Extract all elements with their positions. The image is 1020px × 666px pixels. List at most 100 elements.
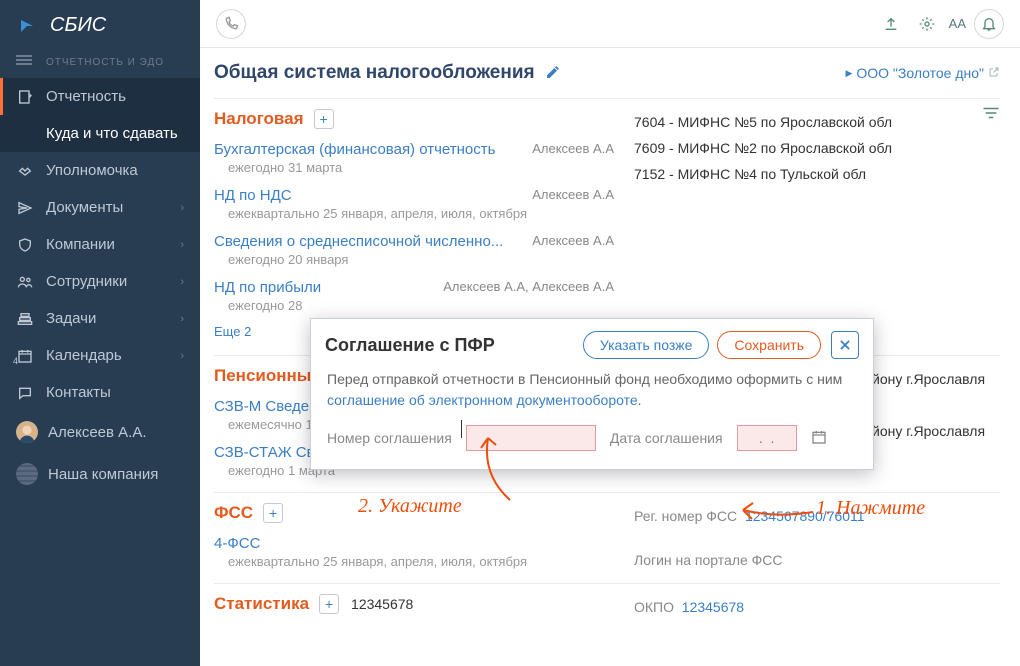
- edit-icon[interactable]: [545, 64, 561, 83]
- nav-tasks-label: Задачи: [46, 310, 96, 327]
- shield-icon: [16, 237, 34, 253]
- nav-user-label: Алексеев А.А.: [48, 424, 147, 441]
- nav-where-what-label: Куда и что сдавать: [46, 125, 178, 142]
- report-person: Алексеев А.А, Алексеев А.А: [443, 279, 614, 294]
- later-button[interactable]: Указать позже: [583, 331, 710, 359]
- nav-companies-label: Компании: [46, 236, 115, 253]
- handshake-icon: [16, 163, 34, 179]
- call-button[interactable]: [216, 9, 246, 39]
- upload-icon[interactable]: [877, 10, 905, 38]
- sidebar: СБИС ОТЧЕТНОСТЬ И ЭДО Отчетность Куда и …: [0, 0, 200, 666]
- text-cursor: [461, 420, 462, 438]
- brand-text: СБИС: [50, 14, 106, 37]
- external-link-icon[interactable]: [988, 65, 1000, 81]
- filter-icon[interactable]: [982, 106, 1000, 120]
- agreement-date-input[interactable]: [737, 425, 797, 451]
- nav-employees[interactable]: Сотрудники ›: [0, 263, 200, 300]
- avatar: [16, 421, 38, 443]
- nav-companies[interactable]: Компании ›: [0, 226, 200, 263]
- agreement-date-label: Дата соглашения: [610, 430, 723, 446]
- report-person: Алексеев А.А: [532, 187, 614, 202]
- add-stat-button[interactable]: +: [319, 594, 339, 614]
- nav-reporting[interactable]: Отчетность: [0, 78, 200, 115]
- chat-icon: [16, 385, 34, 401]
- report-schedule: ежегодно 28: [214, 298, 614, 313]
- nav-employees-label: Сотрудники: [46, 273, 127, 290]
- chevron-right-icon: ›: [180, 202, 184, 214]
- nav-where-what[interactable]: Куда и что сдавать: [0, 115, 200, 152]
- chevron-right-icon: ›: [180, 239, 184, 251]
- report-item[interactable]: 4-ФСС ежеквартально 25 января, апреля, и…: [214, 531, 614, 577]
- okpo-value[interactable]: 12345678: [682, 599, 744, 615]
- section-fss-title: ФСС: [214, 503, 253, 523]
- tax-office: 7152 - МИФНС №4 по Тульской обл: [634, 161, 1000, 187]
- company-icon: [16, 463, 38, 485]
- report-person: Алексеев А.А: [532, 141, 614, 156]
- report-title[interactable]: 4-ФСС: [214, 535, 614, 552]
- org-selector[interactable]: ▶ ООО "Золотое дно": [845, 65, 1000, 81]
- dialog-title: Соглашение с ПФР: [325, 335, 495, 356]
- tax-office: 7609 - МИФНС №2 по Ярославской обл: [634, 135, 1000, 161]
- report-schedule: ежеквартально 25 января, апреля, июля, о…: [214, 206, 614, 221]
- chevron-right-icon: ›: [180, 350, 184, 362]
- nav-calendar[interactable]: 4 Календарь ›: [0, 337, 200, 374]
- logo-icon: [16, 15, 38, 37]
- nav-contacts[interactable]: Контакты: [0, 374, 200, 411]
- edo-agreement-link[interactable]: соглашение об электронном документооборо…: [327, 392, 638, 408]
- section-tax-title: Налоговая: [214, 109, 304, 129]
- nav-calendar-label: Календарь: [46, 347, 122, 364]
- save-button[interactable]: Сохранить: [717, 331, 821, 359]
- chevron-right-icon: ›: [180, 313, 184, 325]
- agreement-dialog: Соглашение с ПФР Указать позже Сохранить…: [310, 318, 874, 470]
- more-tax-link[interactable]: Еще 2: [214, 321, 251, 349]
- nav-authorization[interactable]: Уполномочка: [0, 152, 200, 189]
- okpo-label: ОКПО: [634, 599, 674, 615]
- report-item[interactable]: Сведения о среднесписочной численно... е…: [214, 229, 614, 275]
- font-size-button[interactable]: AA: [949, 16, 966, 31]
- page-header: Общая система налогообложения ▶ ООО "Зол…: [214, 62, 1000, 84]
- nav-documents[interactable]: Документы ›: [0, 189, 200, 226]
- report-item[interactable]: НД по прибыли ежегодно 28 Алексеев А.А, …: [214, 275, 614, 321]
- fss-reg-label: Рег. номер ФСС: [634, 508, 737, 524]
- nav-documents-label: Документы: [46, 199, 123, 216]
- topbar: AA: [200, 0, 1020, 48]
- gear-icon[interactable]: [913, 10, 941, 38]
- report-item[interactable]: НД по НДС ежеквартально 25 января, апрел…: [214, 183, 614, 229]
- org-name: ООО "Золотое дно": [856, 65, 984, 81]
- tax-office: 7604 - МИФНС №5 по Ярославской обл: [634, 109, 1000, 135]
- agreement-number-input[interactable]: [466, 425, 596, 451]
- reporting-icon: [16, 89, 34, 105]
- nav-reporting-label: Отчетность: [46, 88, 126, 105]
- report-schedule: ежеквартально 25 января, апреля, июля, о…: [214, 554, 614, 569]
- stack-icon: [16, 311, 34, 327]
- report-person: Алексеев А.А: [532, 233, 614, 248]
- people-icon: [16, 274, 34, 290]
- nav-our-company[interactable]: Наша компания: [0, 453, 200, 495]
- sidebar-subtitle[interactable]: ОТЧЕТНОСТЬ И ЭДО: [0, 51, 200, 78]
- calendar-icon: [16, 348, 34, 364]
- agreement-number-label: Номер соглашения: [327, 430, 452, 446]
- chevron-right-icon: ›: [180, 276, 184, 288]
- report-schedule: ежегодно 31 марта: [214, 160, 614, 175]
- nav-contacts-label: Контакты: [46, 384, 111, 401]
- section-stat-title: Статистика: [214, 594, 309, 614]
- dialog-text: Перед отправкой отчетности в Пенсионный …: [327, 369, 857, 411]
- calendar-badge: 4: [13, 356, 18, 366]
- bell-icon[interactable]: [974, 9, 1004, 39]
- logo[interactable]: СБИС: [0, 0, 200, 51]
- fss-login-label: Логин на портале ФСС: [634, 552, 783, 568]
- send-icon: [16, 200, 34, 216]
- add-tax-button[interactable]: +: [314, 109, 334, 129]
- page-title: Общая система налогообложения: [214, 62, 535, 84]
- section-pension-title: Пенсионный: [214, 366, 322, 386]
- nav-authorization-label: Уполномочка: [46, 162, 138, 179]
- fss-reg-value[interactable]: 1234567890/76011: [745, 508, 865, 524]
- nav-user[interactable]: Алексеев А.А.: [0, 411, 200, 453]
- nav-tasks[interactable]: Задачи ›: [0, 300, 200, 337]
- stat-value: 12345678: [351, 596, 413, 612]
- add-fss-button[interactable]: +: [263, 503, 283, 523]
- triangle-right-icon: ▶: [845, 68, 852, 79]
- close-button[interactable]: [831, 331, 859, 359]
- report-item[interactable]: Бухгалтерская (финансовая) отчетность еж…: [214, 137, 614, 183]
- calendar-picker-icon[interactable]: [811, 429, 827, 448]
